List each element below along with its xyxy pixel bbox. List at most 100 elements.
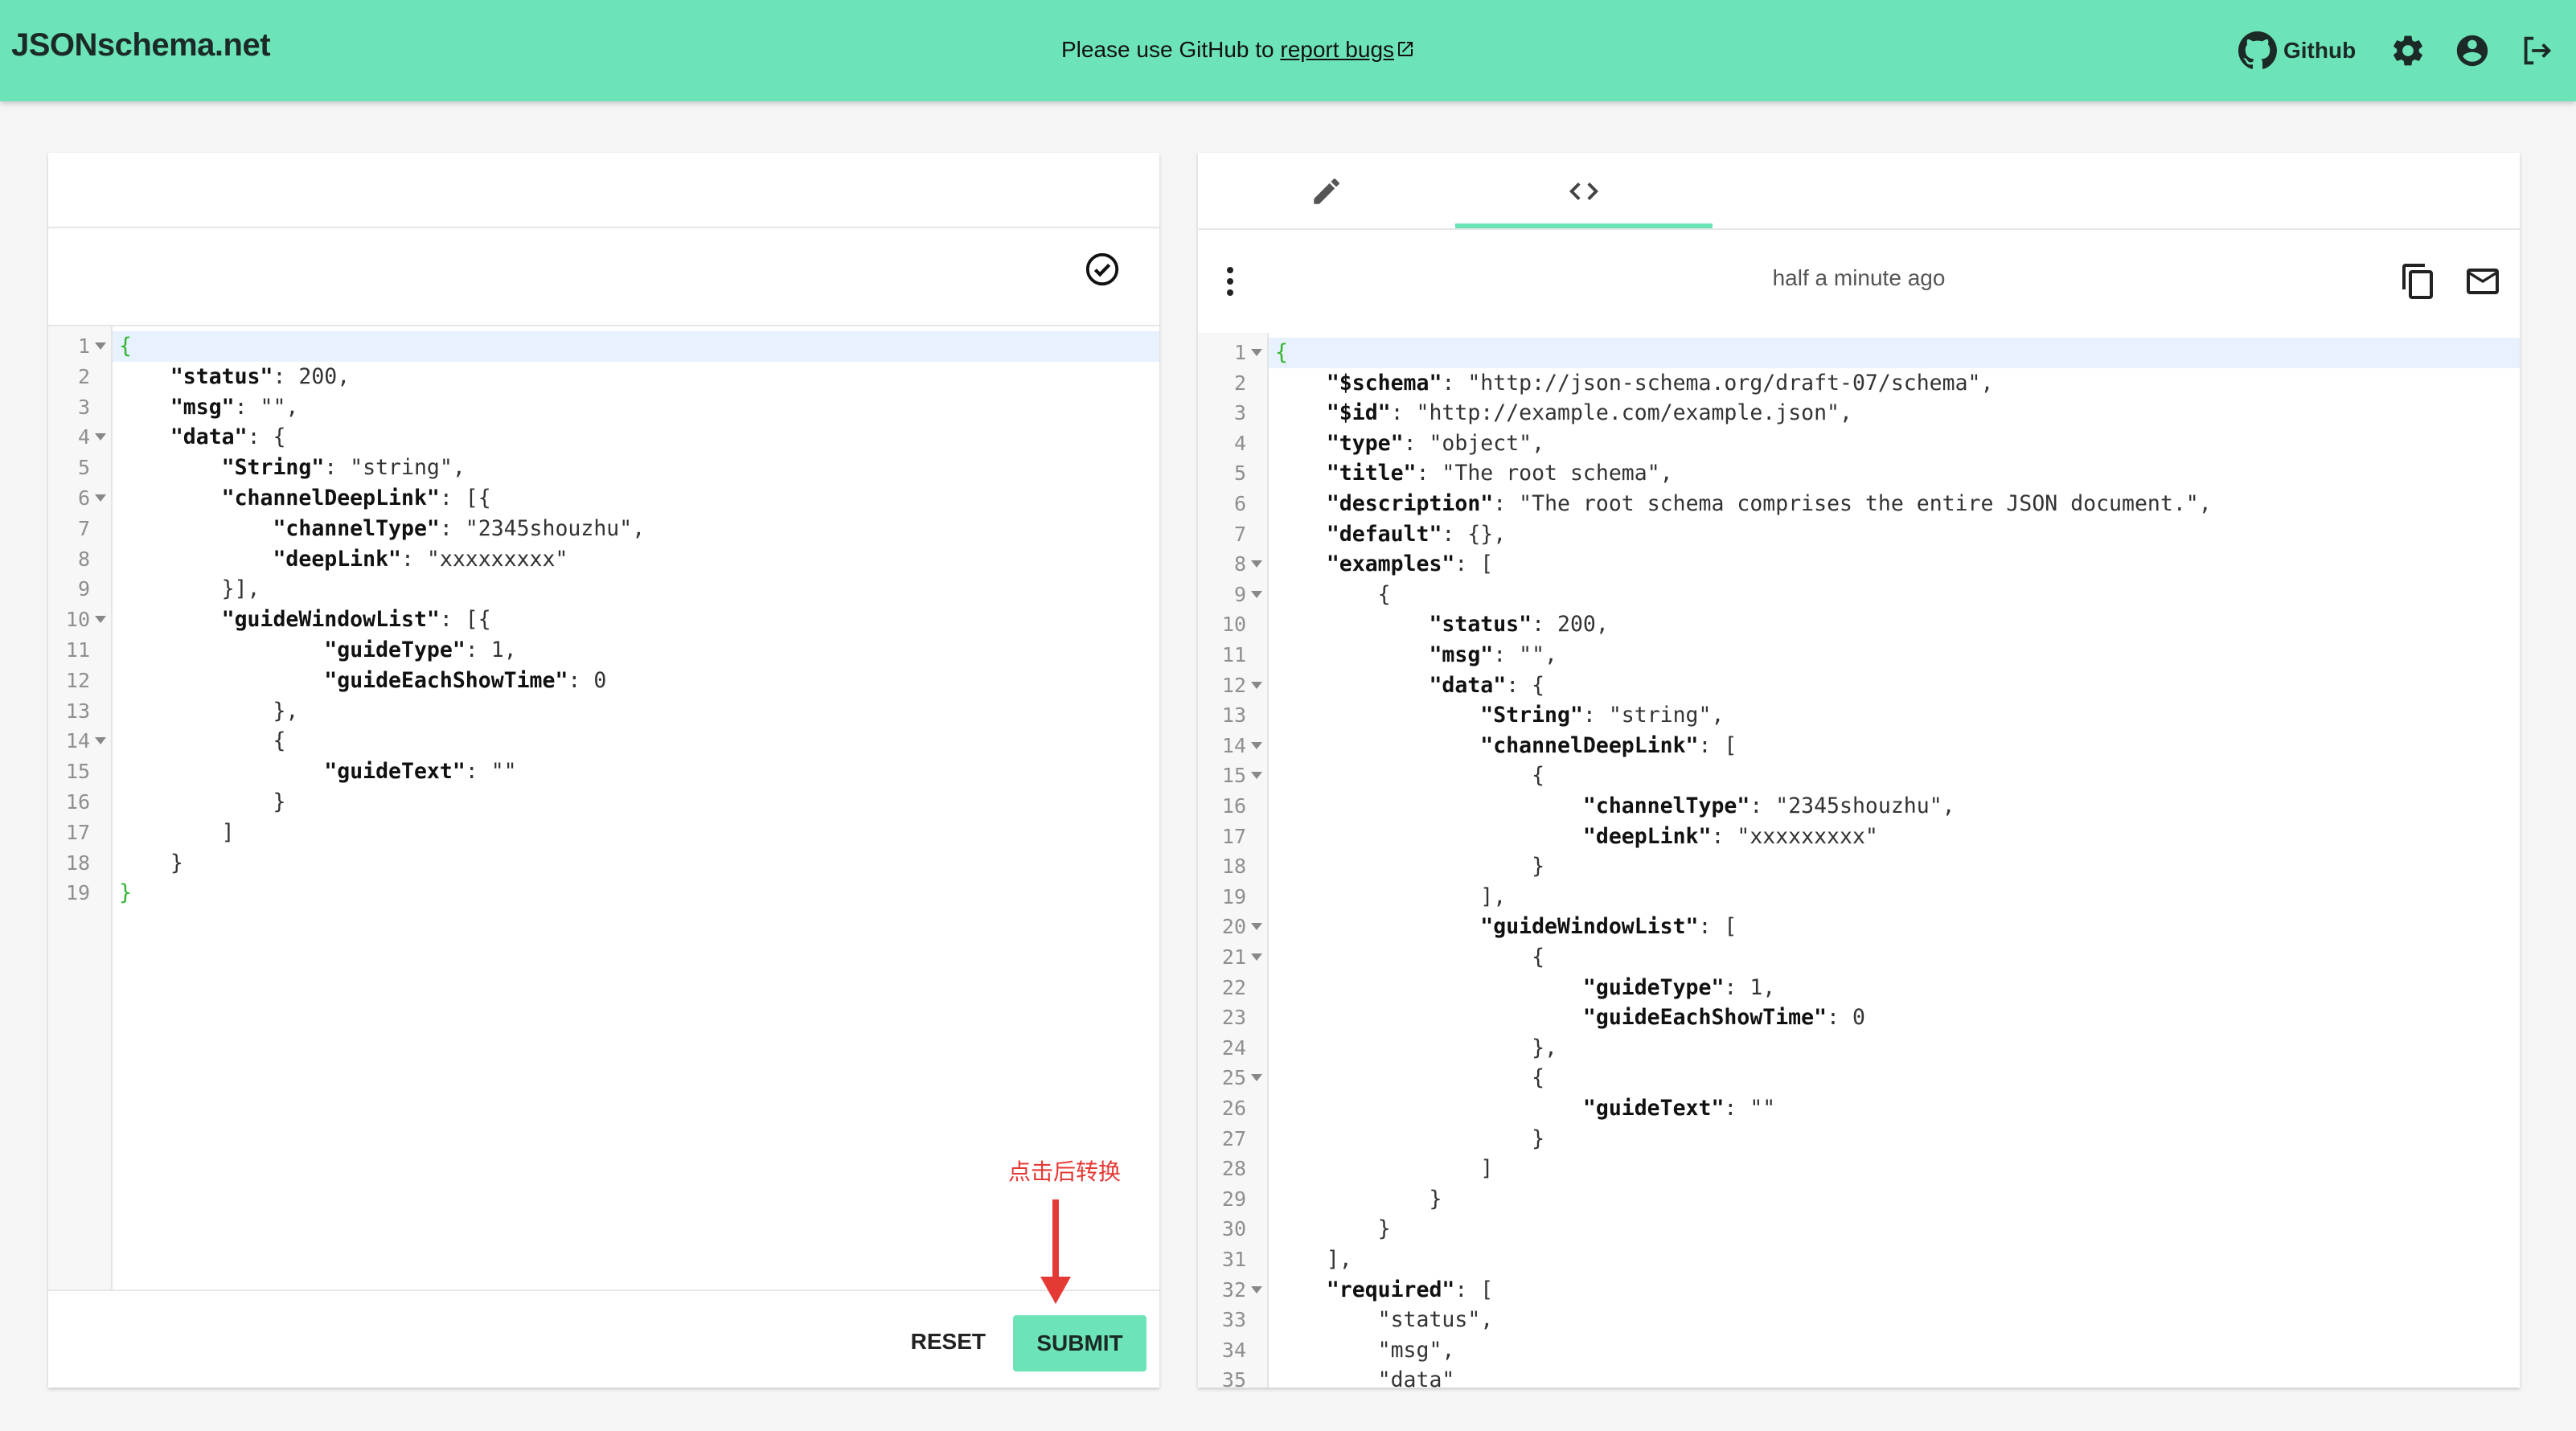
code-line: },	[119, 698, 299, 724]
line-number: 2	[77, 364, 90, 388]
fold-toggle-icon[interactable]	[95, 433, 106, 441]
tab-edit[interactable]	[1198, 153, 1455, 230]
line-number: 23	[1221, 1006, 1246, 1030]
line-number: 3	[1233, 401, 1246, 425]
code-line: "guideEachShowTime": 0	[1582, 1005, 1865, 1031]
report-bugs-link[interactable]: report bugs	[1280, 37, 1394, 62]
line-number: 19	[1221, 884, 1246, 908]
line-number: 8	[1233, 552, 1246, 576]
fold-toggle-icon[interactable]	[1251, 560, 1262, 568]
code-line: }	[119, 880, 132, 906]
line-number: 30	[1221, 1217, 1246, 1241]
mail-icon[interactable]	[2463, 262, 2502, 301]
line-number: 12	[1221, 673, 1246, 697]
fold-toggle-icon[interactable]	[1251, 681, 1262, 689]
external-link-icon[interactable]	[1396, 39, 1415, 59]
code-line: }	[119, 789, 286, 814]
code-line: {	[1275, 581, 1391, 607]
line-number: 3	[77, 395, 90, 419]
left-panel-toolbar	[48, 228, 1159, 326]
code-line: ],	[1275, 1247, 1352, 1272]
line-number-gutter: 1 2 3 4 5 6 7 8 9 10 11 12 13 14 15 16 17 18 19 20 21 22 23 24 2…	[1198, 333, 1269, 1388]
account-icon[interactable]	[2454, 32, 2491, 69]
check-circle-icon[interactable]	[1084, 251, 1121, 288]
code-line: "type": "object",	[1326, 430, 1545, 456]
code-line: }	[1275, 1126, 1545, 1151]
fold-toggle-icon[interactable]	[95, 494, 106, 502]
line-number: 11	[65, 638, 90, 662]
fold-toggle-icon[interactable]	[1251, 923, 1262, 931]
fold-toggle-icon[interactable]	[1251, 953, 1262, 961]
line-number: 19	[65, 881, 90, 905]
submit-button[interactable]: SUBMIT	[1013, 1315, 1146, 1372]
code-line: }	[1275, 1186, 1442, 1212]
code-line: "examples": [	[1326, 551, 1494, 577]
code-line: "guideType": 1,	[1582, 974, 1776, 1000]
code-line: "$schema": "http://json-schema.org/draft…	[1326, 370, 1994, 396]
line-number: 18	[1221, 855, 1246, 879]
line-number: 29	[1221, 1187, 1246, 1211]
line-number: 10	[1221, 613, 1246, 637]
github-button[interactable]: Github	[2238, 31, 2356, 71]
code-line: "channelDeepLink": [	[1480, 732, 1737, 758]
line-number: 7	[1233, 522, 1246, 546]
line-number: 9	[1233, 582, 1246, 606]
gear-icon[interactable]	[2389, 32, 2426, 69]
code-line: "description": "The root schema comprise…	[1326, 491, 2212, 516]
fold-toggle-icon[interactable]	[95, 342, 106, 350]
code-line: "default": {},	[1326, 521, 1507, 547]
code-line: "required": [	[1326, 1277, 1494, 1302]
line-number: 27	[1221, 1126, 1246, 1150]
fold-toggle-icon[interactable]	[1251, 741, 1262, 749]
line-number: 18	[65, 851, 90, 875]
line-number: 21	[1221, 945, 1246, 969]
line-number: 1	[77, 334, 90, 358]
line-number: 4	[77, 425, 90, 449]
json-input-editor[interactable]: 1 2 3 4 5 6 7 8 9 10 11 12 13 14 15 16 17 18 19 { "status"…	[48, 326, 1159, 1388]
json-schema-output-editor[interactable]: 1 2 3 4 5 6 7 8 9 10 11 12 13 14 15 16 17 18 19 20 21 22 23 24 2…	[1198, 333, 2520, 1388]
code-line: {	[1269, 338, 2520, 368]
last-updated-time: half a minute ago	[1772, 265, 1946, 290]
code-line: "deepLink": "xxxxxxxxx"	[273, 546, 568, 572]
code-line: "msg",	[1275, 1337, 1455, 1363]
fold-toggle-icon[interactable]	[1251, 1285, 1262, 1294]
code-area[interactable]: { "$schema": "http://json-schema.org/dra…	[1269, 333, 2520, 1388]
code-line: "$id": "http://example.com/example.json"…	[1326, 400, 1852, 426]
fold-toggle-icon[interactable]	[1251, 1074, 1262, 1082]
line-number: 11	[1221, 643, 1246, 666]
line-number: 6	[77, 486, 90, 510]
line-number: 35	[1221, 1368, 1246, 1388]
schema-toolbar: half a minute ago	[1198, 230, 2520, 333]
input-json-panel: 1 2 3 4 5 6 7 8 9 10 11 12 13 14 15 16 17 18 19 { "status"…	[48, 153, 1159, 1388]
code-line: "data": {	[170, 424, 286, 450]
fold-toggle-icon[interactable]	[95, 616, 106, 624]
code-line: "guideText": ""	[1582, 1096, 1776, 1121]
line-number: 5	[1233, 461, 1246, 486]
edit-icon	[1314, 178, 1339, 204]
code-line: }	[1275, 1216, 1391, 1242]
code-line: "String": "string",	[221, 455, 466, 481]
line-number: 17	[65, 820, 90, 844]
reset-button[interactable]: RESET	[895, 1314, 1002, 1370]
fold-toggle-icon[interactable]	[1251, 772, 1262, 780]
tab-code[interactable]	[1455, 153, 1713, 230]
line-number: 26	[1221, 1097, 1246, 1120]
line-number: 16	[1221, 794, 1246, 818]
line-number: 22	[1221, 975, 1246, 999]
line-number: 10	[65, 608, 90, 632]
line-number: 24	[1221, 1035, 1246, 1060]
code-area[interactable]: { "status": 200, "msg": "", "data": { "S…	[113, 326, 1159, 1388]
code-line: "guideText": ""	[324, 759, 517, 785]
logout-icon[interactable]	[2518, 32, 2555, 69]
code-line: {	[113, 331, 1159, 362]
code-line: "data": {	[1429, 672, 1545, 698]
fold-toggle-icon[interactable]	[95, 737, 106, 745]
code-line: "guideWindowList": [	[1480, 914, 1737, 940]
app-logo[interactable]: JSONschema.net	[11, 27, 271, 64]
notice-text: Please use GitHub to	[1061, 37, 1281, 62]
fold-toggle-icon[interactable]	[1251, 590, 1262, 598]
line-number: 31	[1221, 1248, 1246, 1271]
code-line: ]	[1275, 1156, 1494, 1182]
copy-icon[interactable]	[2399, 262, 2438, 301]
fold-toggle-icon[interactable]	[1251, 349, 1262, 356]
